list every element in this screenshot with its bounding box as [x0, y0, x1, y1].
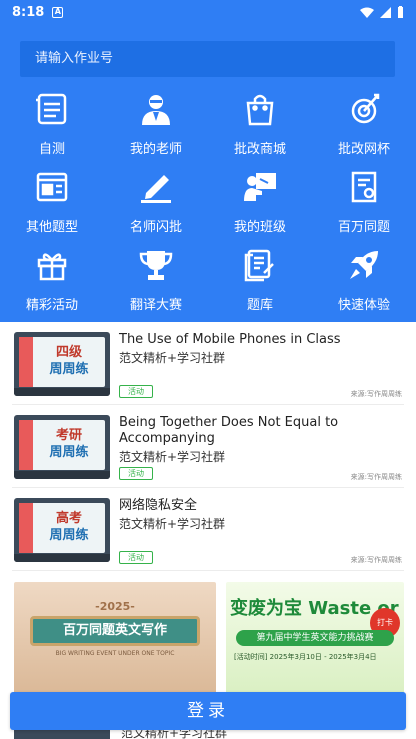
article-subtitle: 范文精析+学习社群	[119, 351, 226, 365]
browser-page-icon	[33, 168, 71, 206]
banner-writing-event[interactable]: -2025- 百万同题英文写作 BIG WRITING EVENT UNDER …	[14, 582, 216, 702]
grid-item-other-types[interactable]: 其他题型	[0, 166, 104, 244]
banner-english: BIG WRITING EVENT UNDER ONE TOPIC	[55, 650, 175, 657]
activity-tag: 活动	[119, 551, 153, 564]
article-title: Being Together Does Not Equal to Accompa…	[119, 415, 339, 446]
list-item[interactable]: 四级 周周练 The Use of Mobile Phones in Class …	[12, 322, 404, 405]
grid-label: 快速体验	[337, 298, 390, 313]
wifi-icon	[360, 7, 374, 18]
banner-year: -2025-	[95, 600, 135, 613]
article-thumbnail: 高考 周周练	[14, 498, 110, 562]
grid-label: 我的老师	[129, 142, 182, 157]
grid-item-teacher-review[interactable]: 名师闪批	[104, 166, 208, 244]
grid-item-activities[interactable]: 精彩活动	[0, 244, 104, 322]
article-thumbnail: 四级 周周练	[14, 332, 110, 396]
grid-item-quick-experience[interactable]: 快速体验	[312, 244, 416, 322]
rocket-icon	[345, 246, 383, 284]
thumb-line1: 高考	[55, 511, 82, 526]
status-time: 8:18	[12, 4, 45, 20]
article-thumbnail: 考研 周周练	[14, 415, 110, 479]
teacher-icon	[137, 90, 175, 128]
article-list: 四级 周周练 The Use of Mobile Phones in Class …	[0, 322, 416, 571]
activity-tag: 活动	[119, 467, 153, 480]
article-subtitle: 范文精析+学习社群	[119, 517, 226, 531]
grid-label: 其他题型	[25, 220, 78, 235]
grid-label: 翻译大赛	[129, 298, 182, 313]
grid-item-million-topic[interactable]: 百万同题	[312, 166, 416, 244]
thumb-line2: 周周练	[49, 362, 89, 377]
thumb-line2: 周周练	[49, 528, 89, 543]
thumb-line1: 考研	[55, 428, 82, 443]
notebook-icon	[33, 90, 71, 128]
grid-label: 批改网杯	[337, 142, 390, 157]
list-item[interactable]: 高考周周练 网络隐私安全 范文精析+学习社群 活动 来源:写作周周练	[12, 488, 404, 571]
shopping-bag-icon	[241, 90, 279, 128]
status-bar: 8:18 A	[0, 0, 416, 24]
gift-icon	[33, 246, 71, 284]
thumb-line2: 周周练	[49, 445, 89, 460]
signal-icon	[380, 6, 391, 18]
grid-label: 批改商城	[233, 142, 286, 157]
question-bank-icon	[241, 246, 279, 284]
pen-write-icon	[137, 168, 175, 206]
grid-item-translation-contest[interactable]: 翻译大赛	[104, 244, 208, 322]
grid-label: 名师闪批	[129, 220, 182, 235]
grid-item-my-teacher[interactable]: 我的老师	[104, 88, 208, 166]
battery-icon	[398, 6, 403, 18]
grid-item-cup[interactable]: 批改网杯	[312, 88, 416, 166]
login-button[interactable]: 登录	[10, 692, 406, 730]
banner-dates: [活动时间] 2025年3月10日 - 2025年3月4日	[234, 653, 377, 661]
classroom-icon	[241, 168, 279, 206]
grid-label: 百万同题	[337, 220, 390, 235]
grid-label: 自测	[38, 142, 65, 157]
certificate-icon	[345, 168, 383, 206]
grid-item-self-test[interactable]: 自测	[0, 88, 104, 166]
article-source: 来源:写作周周练	[350, 473, 402, 481]
grid-item-mall[interactable]: 批改商城	[208, 88, 312, 166]
article-title: 网络隐私安全	[119, 498, 198, 513]
article-source: 来源:写作周周练	[350, 556, 402, 564]
article-source: 来源:写作周周练	[350, 390, 402, 398]
banner-waste-contest[interactable]: 变废为宝 Waste or 打卡 第九届中学生英文能力挑战赛 [活动时间] 20…	[226, 582, 404, 702]
grid-item-question-bank[interactable]: 题库	[208, 244, 312, 322]
article-subtitle: 范文精析+学习社群	[119, 450, 226, 464]
notification-a-icon: A	[52, 6, 64, 18]
grid-item-my-class[interactable]: 我的班级	[208, 166, 312, 244]
banner-subtitle: 第九届中学生英文能力挑战赛	[236, 630, 394, 646]
grid-label: 题库	[246, 298, 273, 313]
thumb-line1: 四级	[55, 345, 82, 360]
activity-tag: 活动	[119, 385, 153, 398]
grid-label: 精彩活动	[25, 298, 78, 313]
banner-row: -2025- 百万同题英文写作 BIG WRITING EVENT UNDER …	[14, 582, 404, 702]
feature-grid: 自测 我的老师 批改商城 批改网杯 其他题型 名师闪批 我的班级 百万同题 精彩…	[0, 88, 416, 322]
article-title: The Use of Mobile Phones in Class	[119, 332, 341, 347]
header-panel: 8:18 A 请输入作业号 自测 我的老师 批改商城 批改网杯 其他题型 名师闪…	[0, 0, 416, 322]
banner-title: 百万同题英文写作	[30, 616, 200, 646]
homework-number-input[interactable]: 请输入作业号	[20, 41, 395, 77]
list-item[interactable]: 考研周周练 Being Together Does Not Equal to A…	[12, 405, 404, 488]
trophy-icon	[137, 246, 175, 284]
grid-label: 我的班级	[233, 220, 286, 235]
target-rocket-icon	[345, 90, 383, 128]
